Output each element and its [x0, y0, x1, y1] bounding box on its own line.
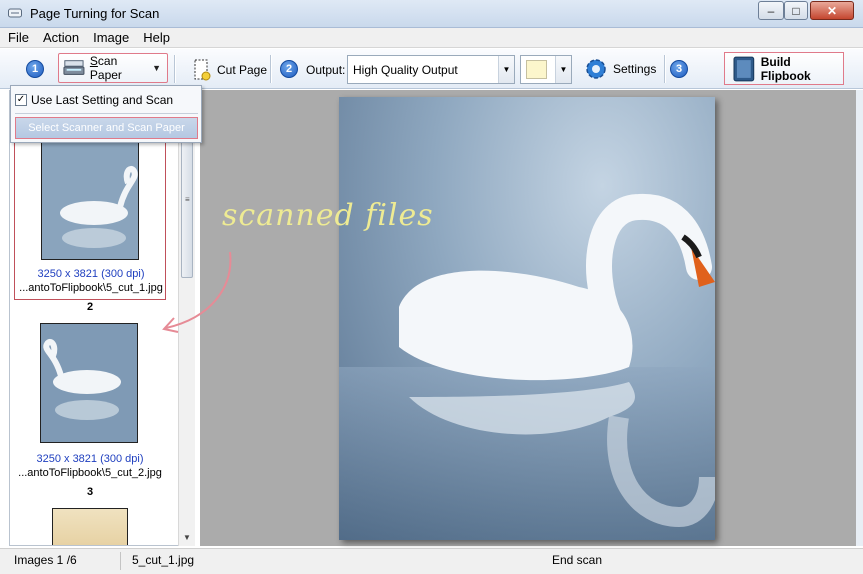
window-title: Page Turning for Scan	[30, 6, 160, 21]
swan-image	[339, 193, 715, 540]
status-divider	[120, 552, 121, 570]
select-scanner-item[interactable]: Select Scanner and Scan Paper	[15, 117, 198, 139]
settings-label: Settings	[613, 62, 657, 76]
thumbnail-image	[41, 142, 139, 260]
chevron-down-icon[interactable]: ▼	[152, 63, 161, 73]
thumbnail-image	[40, 323, 138, 443]
status-bar: Images 1 /6 5_cut_1.jpg End scan	[0, 548, 863, 574]
cut-page-icon	[194, 59, 211, 81]
status-file: 5_cut_1.jpg	[132, 553, 195, 567]
menu-separator	[15, 113, 198, 114]
right-edge	[856, 90, 863, 546]
thumbnail-image[interactable]	[52, 508, 128, 545]
list-item[interactable]: 3250 x 3821 (300 dpi) ...antoToFlipbook\…	[14, 140, 166, 300]
status-state: End scan	[552, 553, 603, 567]
menu-action[interactable]: Action	[43, 30, 79, 45]
app-icon	[8, 8, 22, 18]
toolbar-divider	[174, 55, 175, 83]
status-images: Images 1 /6	[14, 553, 77, 567]
use-last-setting-item[interactable]: ✓ Use Last Setting and Scan	[15, 90, 198, 110]
toolbar-divider	[270, 55, 271, 83]
menu-image[interactable]: Image	[93, 30, 129, 45]
annotation-text: scanned files	[222, 198, 434, 233]
menu-help[interactable]: Help	[143, 30, 170, 45]
thumbnail-dpi: 3250 x 3821 (300 dpi)	[36, 453, 144, 465]
step-3-badge: 3	[670, 60, 688, 78]
thumbnail-path: ...antoToFlipbook\5_cut_2.jpg	[18, 467, 162, 479]
build-flipbook-label: Build Flipbook	[760, 54, 811, 83]
checkbox[interactable]: ✓	[15, 94, 27, 106]
minimize-icon: –	[767, 3, 775, 18]
scan-paper-button[interactable]: Scan Paper ▼	[58, 53, 168, 83]
menu-file[interactable]: File	[8, 30, 29, 45]
step-2-badge: 2	[280, 60, 298, 78]
title-bar: Page Turning for Scan – □ ✕	[0, 0, 863, 28]
scroll-down-icon[interactable]: ▼	[179, 530, 195, 544]
output-label: Output:	[306, 63, 346, 77]
scanner-icon	[63, 60, 85, 75]
gear-icon	[586, 59, 606, 79]
scan-paper-label: Scan Paper	[89, 54, 122, 82]
use-last-setting-label: Use Last Setting and Scan	[31, 93, 174, 107]
select-scanner-label: Select Scanner and Scan Paper	[28, 122, 185, 134]
maximize-icon: □	[792, 3, 800, 18]
menu-bar: File Action Image Help	[0, 28, 863, 48]
close-button[interactable]: ✕	[810, 1, 854, 20]
chevron-down-icon[interactable]: ▼	[555, 56, 571, 83]
chevron-down-icon[interactable]: ▼	[498, 56, 514, 83]
maximize-button[interactable]: □	[784, 1, 808, 20]
minimize-button[interactable]: –	[758, 1, 784, 20]
settings-button[interactable]: Settings	[584, 57, 656, 81]
toolbar-divider	[664, 55, 665, 83]
background-color-picker[interactable]: ▼	[520, 55, 572, 84]
color-swatch	[526, 60, 547, 79]
cut-page-label: Cut Page	[217, 63, 268, 77]
swan-image	[42, 143, 138, 259]
page-preview	[339, 97, 715, 540]
cut-page-button[interactable]: Cut Page	[194, 59, 267, 81]
swan-image	[41, 324, 137, 442]
thumbnail-path: ...antoToFlipbook\5_cut_1.jpg	[19, 282, 163, 294]
output-select[interactable]: High Quality Output ▼	[347, 55, 515, 84]
scan-paper-dropdown: ✓ Use Last Setting and Scan Select Scann…	[10, 85, 202, 143]
thumbnail-number: 2	[86, 301, 94, 313]
build-flipbook-button[interactable]: Build Flipbook	[724, 52, 844, 85]
annotation-arrow-icon	[162, 251, 232, 333]
book-icon	[733, 56, 755, 81]
thumbnail-dpi: 3250 x 3821 (300 dpi)	[37, 268, 145, 280]
output-select-value: High Quality Output	[353, 63, 458, 77]
list-item[interactable]: 3250 x 3821 (300 dpi) ...antoToFlipbook\…	[14, 323, 166, 483]
step-1-badge: 1	[26, 60, 44, 78]
close-icon: ✕	[826, 3, 838, 18]
thumbnail-number: 3	[86, 486, 94, 498]
